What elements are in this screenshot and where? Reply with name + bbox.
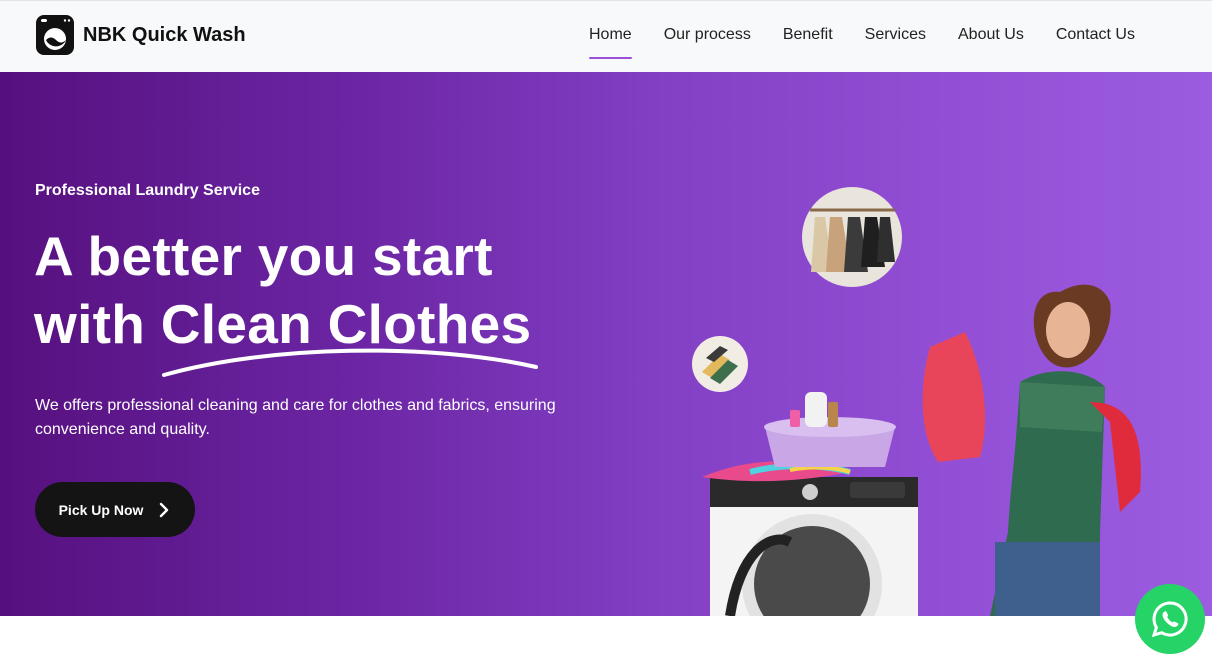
brand[interactable]: NBK Quick Wash: [35, 14, 246, 56]
nav-services[interactable]: Services: [865, 26, 926, 59]
nav-contact-us[interactable]: Contact Us: [1056, 26, 1135, 59]
headline-line-1: A better you start: [34, 225, 493, 287]
cta-label: Pick Up Now: [58, 501, 144, 518]
nav-about-us[interactable]: About Us: [958, 26, 1024, 59]
washing-machine-icon: [36, 15, 74, 55]
whatsapp-icon: [1151, 601, 1188, 638]
navbar: NBK Quick Wash Home Our process Benefit …: [0, 0, 1212, 72]
hero-eyebrow: Professional Laundry Service: [35, 182, 260, 199]
main-nav: Home Our process Benefit Services About …: [589, 26, 1167, 59]
hero-lead: We offers professional cleaning and care…: [35, 397, 556, 438]
highlight-underline: [162, 348, 538, 377]
clothes-rack-bubble: [802, 187, 902, 287]
nav-our-process[interactable]: Our process: [664, 26, 751, 59]
folded-shirts-bubble: [692, 336, 748, 392]
nav-home[interactable]: Home: [589, 26, 632, 59]
whatsapp-button[interactable]: [1135, 584, 1205, 654]
pick-up-now-button[interactable]: Pick Up Now: [35, 482, 195, 537]
nav-benefit[interactable]: Benefit: [783, 26, 833, 59]
brand-name: NBK Quick Wash: [83, 23, 246, 46]
woman-figure: [922, 284, 1141, 616]
headline-line-2-prefix: with: [34, 293, 161, 355]
hero-section: Professional Laundry Service A better yo…: [0, 72, 1212, 616]
washing-machine: [710, 477, 918, 616]
chevron-right-icon: [160, 502, 169, 517]
hero-headline: A better you start with Clean Clothes: [34, 222, 531, 358]
hero-illustration: [692, 187, 1141, 616]
